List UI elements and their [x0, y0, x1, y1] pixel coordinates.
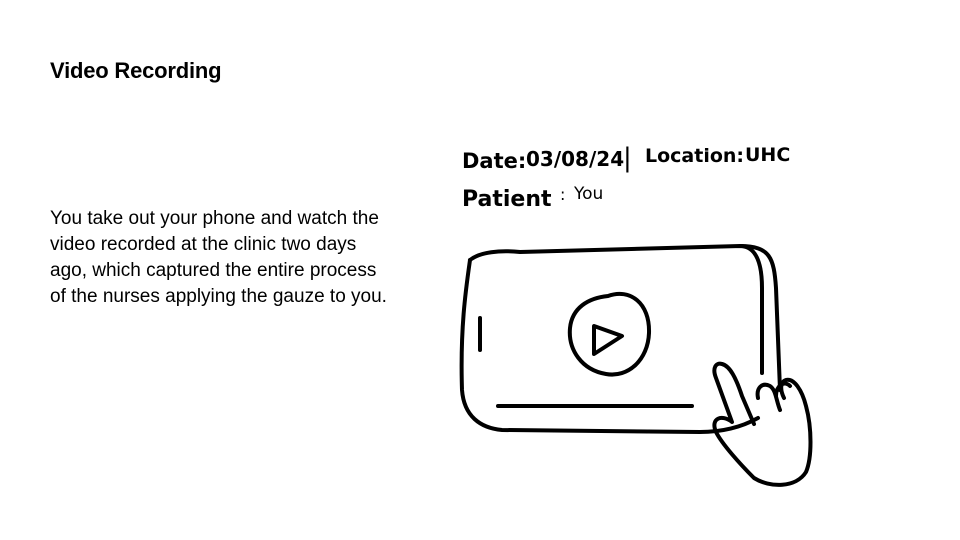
patient-value: You [573, 184, 603, 204]
video-recording-sketch: Date: 03/08/24 | Location: UHC Patient :… [459, 143, 813, 487]
slide: Video Recording You take out your phone … [0, 0, 960, 540]
date-label: Date: [462, 149, 526, 173]
tapping-hand-icon [712, 361, 813, 487]
play-icon [567, 291, 652, 377]
location-label: Location: [645, 145, 744, 167]
slide-title: Video Recording [50, 58, 222, 83]
patient-label: Patient [462, 187, 552, 212]
patient-colon: : [560, 185, 565, 204]
slide-body-text: You take out your phone and watch the vi… [50, 208, 387, 307]
date-value: 03/08/24 [526, 147, 624, 171]
header-separator: | [623, 143, 632, 173]
location-value: UHC [745, 144, 790, 166]
